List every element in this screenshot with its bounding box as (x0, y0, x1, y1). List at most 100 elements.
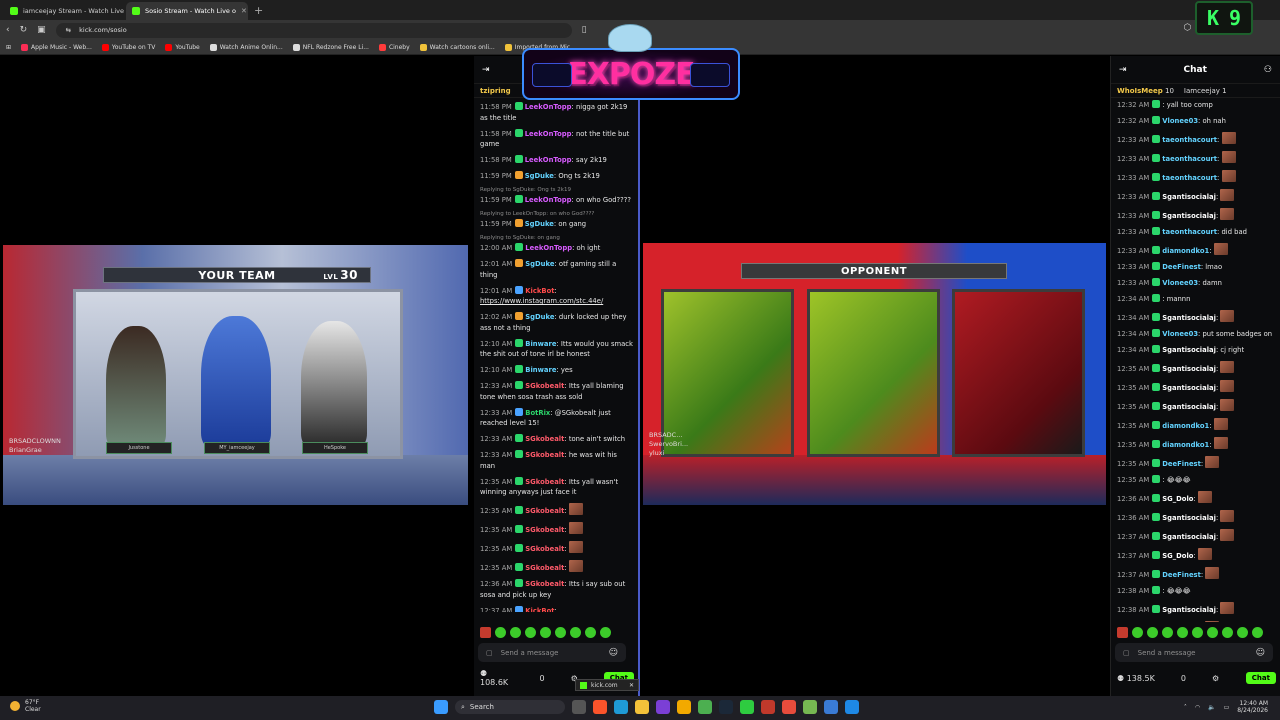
message-username[interactable]: Sgantisocialaj (1162, 365, 1216, 373)
chat-message[interactable]: 12:33 AM SGkobealt: Itts yall blaming ton… (480, 381, 634, 402)
bookmark-item[interactable]: NFL Redzone Free Li... (292, 43, 369, 51)
wifi-icon[interactable]: ◠ (1195, 704, 1200, 711)
message-username[interactable]: LeekOnTopp (525, 156, 572, 164)
message-username[interactable]: KickBot (525, 287, 554, 295)
message-username[interactable]: SgDuke (525, 172, 554, 180)
chat-message[interactable]: 12:35 AM: 😂😂😂 (1117, 475, 1276, 486)
chat-message[interactable]: 12:33 AM taeonthacourt: (1117, 132, 1276, 146)
left-stream-video[interactable]: YOUR TEAM LVL 30 Jusstone MY_iamceejay He… (3, 245, 468, 505)
app-icon[interactable] (803, 700, 817, 714)
chat-message[interactable]: 12:33 AM taeonthacourt: did bad (1117, 227, 1276, 238)
chat-message[interactable]: 12:33 AM BotRix: @SGkobealt just reached … (480, 407, 634, 429)
app-icon[interactable] (656, 700, 670, 714)
message-username[interactable]: Sgantisocialaj (1162, 533, 1216, 541)
chat-message[interactable]: 12:02 AM SgDuke: durk locked up they ass … (480, 312, 634, 333)
chat-message[interactable]: Replying to SgDuke: on gang 12:00 AM LeekO… (480, 235, 634, 254)
message-username[interactable]: DeeFinest (1162, 571, 1201, 579)
emote-icon[interactable] (495, 627, 506, 638)
close-icon[interactable]: ✕ (629, 682, 634, 689)
pinned-user[interactable]: tzipring (480, 87, 511, 95)
app-icon[interactable] (824, 700, 838, 714)
emote-icon[interactable] (555, 627, 566, 638)
message-username[interactable]: SgDuke (525, 260, 554, 268)
chat-message[interactable]: 12:10 AM Binware: Itts would you smack th… (480, 338, 634, 360)
chat-message[interactable]: 12:35 AM SGkobealt: (480, 541, 634, 555)
chat-message[interactable]: 12:33 AM Vlonee03: damn (1117, 278, 1276, 289)
emote-icon[interactable] (510, 627, 521, 638)
message-username[interactable]: taeonthacourt (1162, 228, 1217, 236)
message-username[interactable]: SGkobealt (525, 507, 564, 515)
message-username[interactable]: taeonthacourt (1162, 155, 1217, 163)
message-username[interactable]: Sgantisocialaj (1162, 193, 1216, 201)
chat-message[interactable]: 12:33 AM SGkobealt: he was wit his man (480, 450, 634, 471)
chat-message[interactable]: 12:37 AM DeeFinest: (1117, 567, 1276, 581)
extensions-icon[interactable]: ⬡ (1184, 23, 1192, 33)
gear-icon[interactable]: ⚙ (1212, 674, 1219, 683)
collapse-chat-icon[interactable]: ⇥ (482, 65, 490, 75)
chat-message[interactable]: 12:33 AM DeeFinest: lmao (1117, 262, 1276, 273)
chat-settings-icon[interactable]: ▢ (486, 649, 493, 657)
emote-icon[interactable] (540, 627, 551, 638)
chat-message[interactable]: 12:36 AM SG_Dolo: (1117, 491, 1276, 505)
message-username[interactable]: BotRix (525, 409, 550, 417)
bookmark-icon[interactable]: ▯ (582, 25, 587, 35)
message-username[interactable]: DeeFinest (1162, 263, 1201, 271)
chat-message[interactable]: 12:10 AM Binware: yes (480, 365, 634, 376)
mini-tab-popup[interactable]: kick.com ✕ (575, 679, 639, 691)
brave-icon[interactable] (593, 700, 607, 714)
browser-tab-iamceejay[interactable]: iamceejay Stream - Watch Live o ✕ (4, 2, 126, 20)
message-username[interactable]: Binware (525, 366, 556, 374)
site-info-icon[interactable]: ⇆ (66, 26, 71, 34)
message-username[interactable]: LeekOnTopp (525, 244, 572, 252)
message-username[interactable]: taeonthacourt (1162, 136, 1217, 144)
chat-message[interactable]: 12:34 AM Vlonee03: put some badges on (1117, 329, 1276, 340)
message-username[interactable]: SgDuke (525, 313, 554, 321)
message-username[interactable]: SGkobealt (525, 435, 564, 443)
reply-context[interactable]: Replying to SgDuke: on gang (480, 235, 634, 242)
chat-message[interactable]: 11:58 PM LeekOnTopp: say 2k19 (480, 155, 634, 166)
emote-icon[interactable] (1162, 627, 1173, 638)
chat-message[interactable]: 12:01 AM KickBot: https://www.instagram.c… (480, 285, 634, 307)
reload-icon[interactable]: ↻ (20, 25, 28, 35)
pinned-user[interactable]: WhoIsMeep 10 (1117, 87, 1174, 95)
message-username[interactable]: Sgantisocialaj (1162, 314, 1216, 322)
bookmark-item[interactable]: Watch cartoons onli... (419, 43, 495, 51)
emote-icon[interactable] (1237, 627, 1248, 638)
emote-icon[interactable] (1117, 627, 1128, 638)
right-stream-video[interactable]: OPPONENT BRSADC... SwervoBri... yluxi (643, 243, 1106, 505)
chat-users-icon[interactable]: ⚇ (1264, 65, 1272, 75)
chat-message[interactable]: 11:58 PM LeekOnTopp: not the title but ga… (480, 128, 634, 150)
collapse-chat-icon[interactable]: ⇥ (1119, 65, 1127, 75)
emote-icon[interactable] (585, 627, 596, 638)
emote-icon[interactable] (600, 627, 611, 638)
chat-message[interactable]: 12:38 AM: 😂😂😂 (1117, 586, 1276, 597)
chat-settings-icon[interactable]: ▢ (1123, 649, 1130, 657)
browser-tab-sosio[interactable]: Sosio Stream - Watch Live o ✕ (126, 2, 248, 20)
chat-message[interactable]: 11:58 PM LeekOnTopp: nigga got 2k19 as th… (480, 102, 634, 123)
chat-message[interactable]: 12:37 AM Sgantisocialaj: (1117, 529, 1276, 543)
emoji-icon[interactable]: ☺ (609, 648, 618, 658)
weather-widget[interactable]: 67°F Clear (10, 699, 41, 713)
message-username[interactable]: LeekOnTopp (525, 196, 572, 204)
chat-message[interactable]: 12:01 AM SgDuke: otf gaming still a thing (480, 259, 634, 280)
message-username[interactable]: SgDuke (525, 220, 554, 228)
chat-message[interactable]: 12:34 AM Sgantisocialaj: cj right (1117, 345, 1276, 356)
emoji-icon[interactable]: ☺ (1256, 648, 1265, 658)
app-icon[interactable] (740, 700, 754, 714)
message-username[interactable]: LeekOnTopp (525, 103, 572, 111)
apps-icon[interactable]: ⊞ (6, 44, 11, 51)
chat-message[interactable]: 12:33 AM SGkobealt: tone ain't switch (480, 434, 634, 445)
chat-message[interactable]: 12:33 AM taeonthacourt: (1117, 151, 1276, 165)
bookmark-item[interactable]: Apple Music - Web... (21, 43, 92, 51)
chat-message[interactable]: 12:37 AMKickBot: https://www.tiktok.com/… (480, 605, 634, 612)
message-input[interactable]: ▢ Send a message ☺ (1115, 643, 1273, 662)
chat-message[interactable]: Replying to LeekOnTopp: on who God???? 11… (480, 211, 634, 230)
message-username[interactable]: Sgantisocialaj (1162, 514, 1216, 522)
emote-icon[interactable] (480, 627, 491, 638)
chat-message[interactable]: 12:39 AMDeeFinest: (1117, 621, 1276, 622)
chat-message[interactable]: 12:35 AM diamondko1: (1117, 418, 1276, 432)
chat-message[interactable]: 12:33 AM taeonthacourt: (1117, 170, 1276, 184)
volume-icon[interactable]: 🔈 (1208, 704, 1215, 711)
chat-message[interactable]: 12:33 AM Sgantisocialaj: (1117, 208, 1276, 222)
message-username[interactable]: DeeFinest (1162, 460, 1201, 468)
